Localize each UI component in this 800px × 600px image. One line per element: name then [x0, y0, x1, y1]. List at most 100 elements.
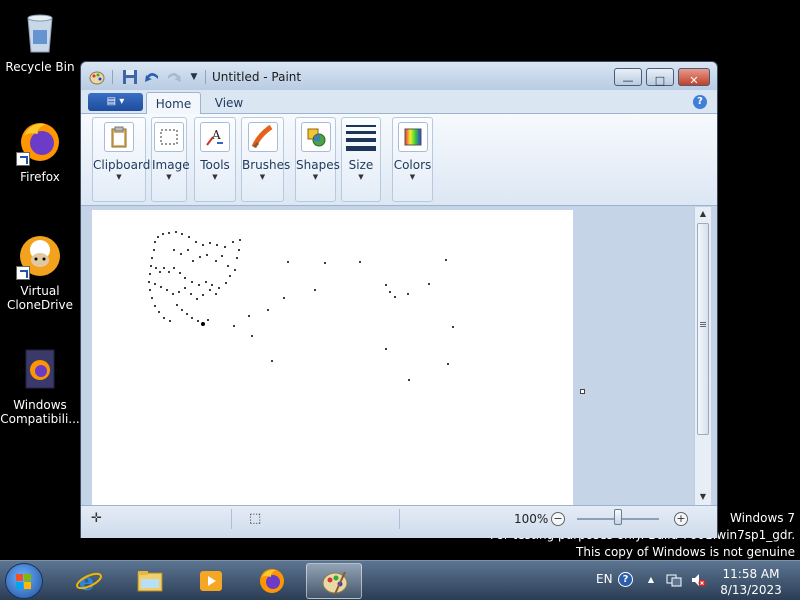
paint-window: ▼ Untitled - Paint — □ ✕ ▤ ▾ Home View ?	[80, 61, 718, 538]
desktop-icon-windows-compatibility[interactable]: Windows Compatibili...	[0, 346, 80, 426]
status-divider	[399, 509, 400, 529]
taskbar: e EN ? ▲ 11:58 AM 8/13/2023	[0, 560, 800, 600]
group-label: Colors	[393, 158, 432, 172]
firefox-icon	[258, 567, 286, 595]
canvas-workspace[interactable]	[89, 207, 702, 505]
zoom-out-button[interactable]: −	[551, 512, 565, 526]
shapes-icon	[300, 122, 331, 152]
ribbon-group-size[interactable]: Size ▼	[341, 117, 381, 202]
canvas-drawing	[148, 231, 454, 381]
qat-separator	[205, 70, 206, 84]
paint-app-icon	[321, 568, 349, 596]
vertical-scrollbar[interactable]: ▲ ▼	[694, 207, 711, 505]
save-icon[interactable]	[122, 69, 138, 85]
help-icon[interactable]: ?	[693, 95, 707, 109]
minimize-icon: —	[622, 74, 634, 87]
taskbar-paint[interactable]	[306, 563, 362, 599]
paint-app-icon[interactable]	[89, 69, 105, 85]
move-cursor-icon: ✛	[91, 511, 102, 526]
customize-dropdown-icon[interactable]: ▼	[186, 69, 202, 85]
selection-size-icon: ⬚	[249, 511, 262, 526]
maximize-icon: □	[654, 74, 666, 87]
watermark-edition: Windows 7	[729, 511, 795, 525]
taskbar-windows-explorer[interactable]	[122, 563, 178, 599]
sheep-icon	[16, 232, 64, 280]
ribbon-group-brushes[interactable]: Brushes ▼	[241, 117, 291, 202]
desktop-icon-label: Firefox	[20, 170, 60, 184]
scrollbar-thumb[interactable]	[697, 223, 709, 435]
svg-text:A: A	[211, 128, 221, 142]
firefox-document-icon	[16, 346, 64, 394]
show-hidden-icons-icon[interactable]: ▲	[643, 572, 659, 588]
desktop-icon-label: Recycle Bin	[5, 60, 75, 74]
paint-menu-arrow: ▾	[119, 96, 125, 107]
desktop-icon-recycle-bin[interactable]: Recycle Bin	[0, 8, 80, 74]
tools-icon: A	[200, 122, 230, 152]
minimize-button[interactable]: —	[614, 68, 642, 87]
clock-date: 8/13/2023	[720, 583, 782, 597]
thumb-grip-icon	[700, 322, 706, 323]
canvas-resize-handle[interactable]	[580, 389, 585, 394]
tab-view[interactable]: View	[204, 92, 254, 115]
taskbar-media-player[interactable]	[183, 563, 239, 599]
undo-icon[interactable]	[144, 69, 160, 85]
help-icon[interactable]: ?	[618, 572, 633, 587]
tab-home[interactable]: Home	[146, 92, 201, 115]
zoom-slider-thumb[interactable]	[614, 509, 622, 525]
windows-logo-icon	[16, 574, 32, 590]
ribbon-group-image[interactable]: Image ▼	[151, 117, 190, 202]
dropdown-arrow-icon: ▼	[212, 173, 218, 181]
close-button[interactable]: ✕	[678, 68, 710, 87]
dropdown-arrow-icon: ▼	[358, 173, 364, 181]
window-title: Untitled - Paint	[212, 70, 302, 84]
volume-muted-icon[interactable]	[690, 572, 706, 588]
group-label: Brushes	[242, 158, 291, 172]
clipboard-icon	[104, 122, 134, 152]
group-label: Tools	[200, 158, 230, 172]
drawing-canvas[interactable]	[92, 210, 573, 505]
zoom-in-button[interactable]: +	[674, 512, 688, 526]
ribbon-home-panel: Clipboard ▼ Image ▼ A Tools ▼ Brushes ▼ …	[81, 114, 717, 206]
group-label: Size	[348, 158, 374, 172]
ribbon-group-shapes[interactable]: Shapes ▼	[295, 117, 340, 202]
recycle-bin-icon	[16, 8, 64, 56]
ribbon-group-clipboard[interactable]: Clipboard ▼	[92, 117, 151, 202]
watermark-genuine: This copy of Windows is not genuine	[576, 545, 795, 559]
desktop-icon-firefox[interactable]: Firefox	[0, 118, 80, 184]
ribbon-group-colors[interactable]: Colors ▼	[392, 117, 433, 202]
dropdown-arrow-icon: ▼	[116, 173, 122, 181]
scroll-down-icon[interactable]: ▼	[695, 490, 711, 504]
firefox-icon	[16, 118, 64, 166]
paint-menu-button[interactable]: ▤ ▾	[88, 93, 143, 111]
maximize-button[interactable]: □	[646, 68, 674, 87]
scroll-up-icon[interactable]: ▲	[695, 207, 711, 221]
redo-icon[interactable]	[166, 69, 182, 85]
dropdown-arrow-icon: ▼	[312, 173, 319, 181]
image-select-icon	[154, 122, 184, 152]
internet-explorer-icon: e	[75, 567, 103, 596]
tray-language[interactable]: EN	[596, 572, 613, 586]
clock-time: 11:58 AM	[722, 567, 780, 581]
zoom-level: 100%	[514, 512, 549, 526]
status-divider	[231, 509, 232, 529]
taskbar-firefox[interactable]	[244, 563, 300, 599]
media-player-icon	[197, 567, 225, 595]
dropdown-arrow-icon: ▼	[166, 173, 172, 181]
taskbar-clock[interactable]: 11:58 AM 8/13/2023	[716, 566, 786, 598]
ribbon-tab-strip: ▤ ▾ Home View ?	[81, 90, 717, 115]
desktop: Recycle Bin Firefox Virtual CloneDrive W…	[0, 0, 800, 600]
close-icon: ✕	[689, 74, 699, 87]
brush-icon	[247, 122, 278, 152]
qat-separator	[112, 70, 113, 84]
dropdown-arrow-icon: ▼	[259, 173, 266, 181]
ribbon-group-tools[interactable]: A Tools ▼	[194, 117, 236, 202]
dropdown-arrow-icon: ▼	[409, 173, 416, 181]
desktop-icon-virtual-clonedrive[interactable]: Virtual CloneDrive	[0, 232, 80, 312]
start-button[interactable]	[5, 563, 43, 599]
group-label: Image	[152, 158, 190, 172]
action-center-flag-icon[interactable]	[666, 572, 682, 588]
taskbar-internet-explorer[interactable]: e	[61, 563, 117, 599]
group-label: Shapes	[296, 158, 340, 172]
group-label: Clipboard	[93, 158, 151, 172]
title-bar[interactable]: ▼ Untitled - Paint — □ ✕	[81, 62, 717, 90]
